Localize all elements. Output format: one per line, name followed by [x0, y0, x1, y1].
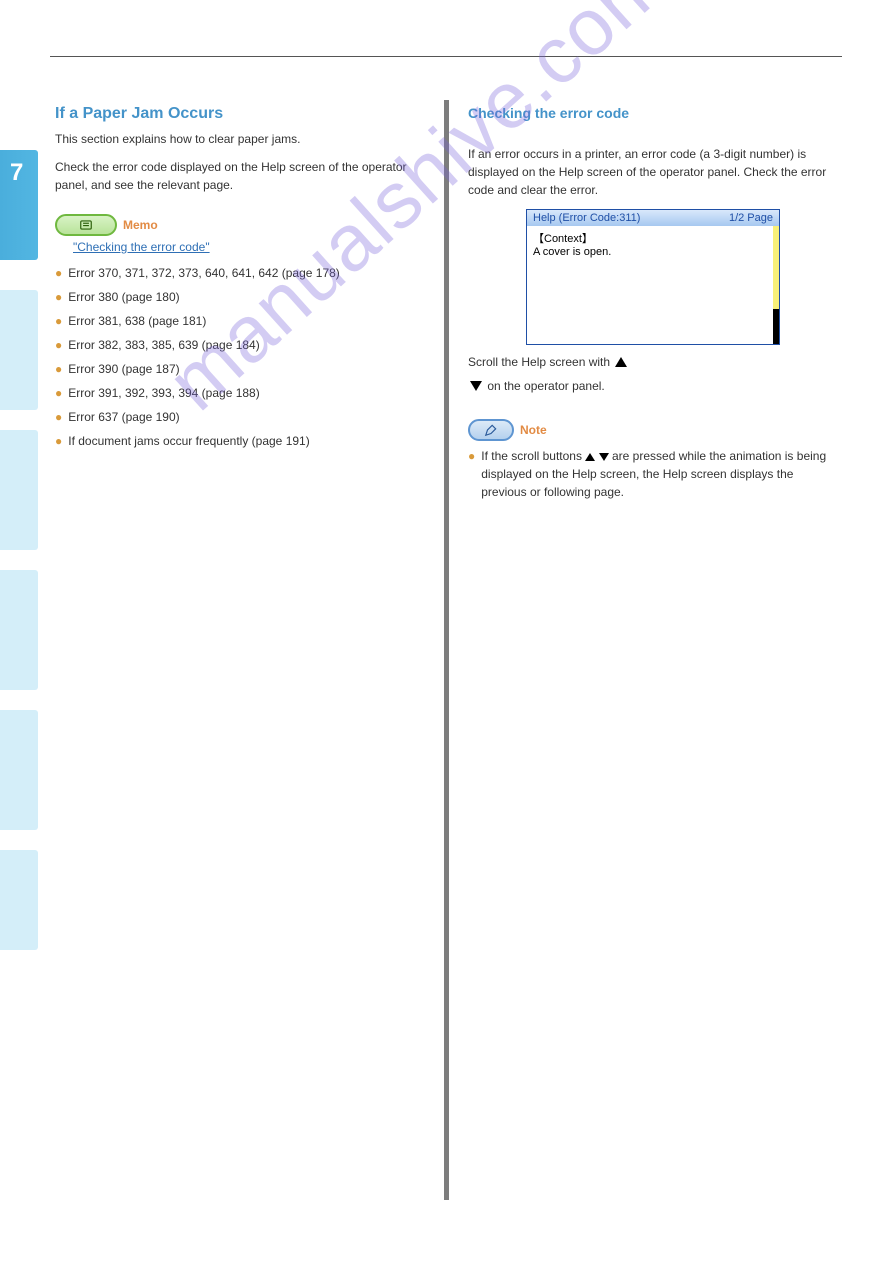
sidebar-tab[interactable]: [0, 710, 38, 830]
help-context-msg: A cover is open.: [533, 246, 773, 258]
list-item-label: Error 637 (page 190): [68, 408, 179, 426]
list-item[interactable]: ● Error 370, 371, 372, 373, 640, 641, 642…: [55, 264, 425, 282]
scroll-text-before: Scroll the Help screen with: [468, 353, 610, 371]
note-icon: [468, 419, 514, 441]
right-column: Checking the error code If an error occu…: [468, 105, 838, 501]
list-item-label: Error 370, 371, 372, 373, 640, 641, 642 …: [68, 264, 340, 282]
list-item-label: Error 381, 638 (page 181): [68, 312, 206, 330]
right-para-1: If an error occurs in a printer, an erro…: [468, 145, 838, 199]
bullet-icon: ●: [55, 288, 62, 306]
bullet-icon: ●: [55, 432, 62, 450]
memo-heading: Memo: [55, 214, 425, 236]
triangle-up-icon: [615, 357, 627, 367]
memo-icon: [55, 214, 117, 236]
list-item[interactable]: ● Error 381, 638 (page 181): [55, 312, 425, 330]
triangle-down-icon: [470, 381, 482, 391]
bullet-icon: ●: [55, 360, 62, 378]
note-label: Note: [520, 423, 547, 437]
help-screen-titlebar: Help (Error Code:311) 1/2 Page: [527, 210, 779, 226]
help-screen-body: 【Context】 A cover is open.: [527, 226, 779, 344]
section-title: If a Paper Jam Occurs: [55, 105, 223, 123]
memo-link[interactable]: "Checking the error code": [73, 238, 425, 256]
list-item-label: Error 391, 392, 393, 394 (page 188): [68, 384, 259, 402]
scroll-instruction-line2: on the operator panel.: [468, 377, 838, 395]
note-bullet-text: If the scroll buttons are pressed while …: [481, 447, 838, 501]
list-item-label: Error 380 (page 180): [68, 288, 179, 306]
list-item[interactable]: ● Error 390 (page 187): [55, 360, 425, 378]
bullet-icon: ●: [55, 384, 62, 402]
scroll-instruction: Scroll the Help screen with: [468, 353, 838, 371]
help-context-label: 【Context】: [533, 230, 773, 246]
bullet-icon: ●: [55, 336, 62, 354]
sidebar-tab[interactable]: [0, 570, 38, 690]
help-title-right: 1/2 Page: [729, 212, 773, 224]
list-item-label: Error 382, 383, 385, 639 (page 184): [68, 336, 259, 354]
sidebar-tab-active[interactable]: 7: [0, 150, 38, 260]
intro-para-2: Check the error code displayed on the He…: [55, 158, 425, 194]
bullet-icon: ●: [55, 264, 62, 282]
list-item[interactable]: ● Error 382, 383, 385, 639 (page 184): [55, 336, 425, 354]
left-column: This section explains how to clear paper…: [55, 130, 425, 456]
note-bullet: ● If the scroll buttons are pressed whil…: [468, 447, 838, 501]
triangle-down-icon: [599, 453, 609, 461]
sidebar-tab[interactable]: [0, 430, 38, 550]
memo-link-text[interactable]: "Checking the error code": [73, 240, 210, 254]
column-divider: [444, 100, 449, 1200]
triangle-up-icon: [585, 453, 595, 461]
list-item[interactable]: ● If document jams occur frequently (page…: [55, 432, 425, 450]
bullet-icon: ●: [55, 312, 62, 330]
sidebar-tab[interactable]: [0, 290, 38, 410]
bullet-icon: ●: [468, 447, 475, 501]
note-text-before: If the scroll buttons: [481, 449, 582, 463]
memo-label: Memo: [123, 218, 158, 232]
sidebar-tab[interactable]: [0, 850, 38, 950]
help-scrollbar-thumb: [773, 226, 779, 309]
sidebar-tab-number: 7: [10, 160, 23, 186]
right-heading: Checking the error code: [468, 105, 838, 121]
list-item[interactable]: ● Error 637 (page 190): [55, 408, 425, 426]
scroll-text-after: on the operator panel.: [487, 377, 604, 395]
top-rule: [50, 56, 842, 57]
list-item[interactable]: ● Error 391, 392, 393, 394 (page 188): [55, 384, 425, 402]
list-item[interactable]: ● Error 380 (page 180): [55, 288, 425, 306]
note-heading: Note: [468, 419, 838, 441]
bullet-icon: ●: [55, 408, 62, 426]
help-screen-figure: Help (Error Code:311) 1/2 Page 【Context】…: [526, 209, 780, 345]
help-title-left: Help (Error Code:311): [533, 212, 640, 224]
list-item-label: Error 390 (page 187): [68, 360, 179, 378]
list-item-label: If document jams occur frequently (page …: [68, 432, 309, 450]
intro-para-1: This section explains how to clear paper…: [55, 130, 425, 148]
